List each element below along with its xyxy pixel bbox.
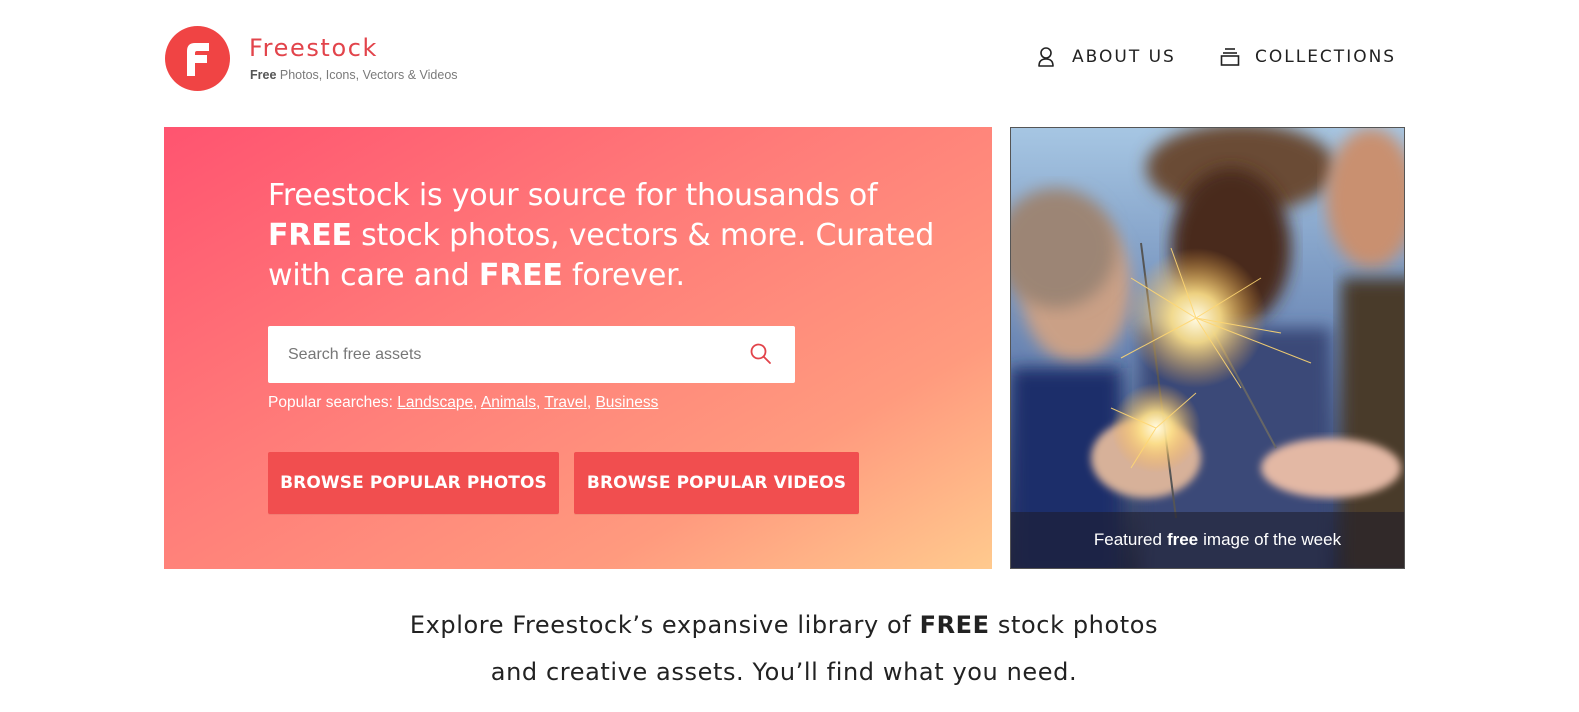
search-icon[interactable] — [748, 341, 774, 367]
nav-about-us[interactable]: ABOUT US — [1037, 46, 1176, 68]
explore-line-1-start: Explore Freestock’s expansive library of — [409, 611, 920, 639]
hero-line-3-bold: FREE — [478, 258, 563, 293]
explore-line-2: and creative assets. You’ll find what yo… — [490, 658, 1078, 686]
popular-link-business[interactable]: Business — [595, 394, 658, 411]
hero-line-3-start: with care and — [268, 258, 479, 293]
popular-searches-label: Popular searches: — [268, 394, 398, 411]
browse-popular-photos-button[interactable]: BROWSE POPULAR PHOTOS — [268, 452, 559, 514]
hero-line-3-end: forever. — [562, 258, 685, 293]
hero-headline: Freestock is your source for thousands o… — [268, 176, 968, 296]
explore-line-1-end: stock photos — [989, 611, 1159, 639]
hero-line-1: Freestock is your source for thousands o… — [268, 178, 878, 213]
nav-about-label: ABOUT US — [1072, 47, 1176, 67]
brand-tagline: Free Photos, Icons, Vectors & Videos — [250, 68, 458, 82]
separator: , — [473, 394, 481, 411]
featured-image[interactable]: Featured free image of the week — [1010, 127, 1405, 569]
explore-intro: Explore Freestock’s expansive library of… — [0, 602, 1568, 696]
browse-popular-videos-button[interactable]: BROWSE POPULAR VIDEOS — [574, 452, 859, 514]
search-bar — [268, 326, 795, 383]
nav-collections-label: COLLECTIONS — [1255, 47, 1397, 67]
featured-caption-end: image of the week — [1203, 530, 1342, 549]
popular-link-landscape[interactable]: Landscape — [397, 394, 473, 411]
popular-link-travel[interactable]: Travel — [544, 394, 587, 411]
user-icon — [1037, 46, 1057, 68]
brand-tag-rest: Photos, Icons, Vectors & Videos — [279, 68, 458, 82]
nav-collections[interactable]: COLLECTIONS — [1220, 46, 1396, 68]
hero-banner: Freestock is your source for thousands o… — [164, 127, 992, 569]
featured-caption-start: Featured — [1093, 530, 1162, 549]
featured-caption-bold: free — [1166, 530, 1199, 549]
hero-line-2-bold: FREE — [268, 218, 352, 253]
featured-photo-illustration — [1011, 128, 1404, 568]
popular-link-animals[interactable]: Animals — [481, 394, 536, 411]
featured-caption: Featured free image of the week — [1011, 512, 1404, 568]
search-input[interactable] — [268, 326, 728, 383]
hero-line-2: stock photos, vectors & more. Curated — [351, 218, 935, 253]
brand-name[interactable]: Freestock — [249, 34, 378, 62]
popular-searches: Popular searches: Landscape, Animals, Tr… — [268, 394, 658, 412]
logo-icon[interactable] — [165, 26, 230, 91]
explore-line-1-bold: FREE — [919, 611, 990, 639]
brand-tag-bold: Free — [250, 68, 277, 82]
collections-icon — [1220, 46, 1240, 68]
logo-f-glyph — [187, 43, 209, 76]
